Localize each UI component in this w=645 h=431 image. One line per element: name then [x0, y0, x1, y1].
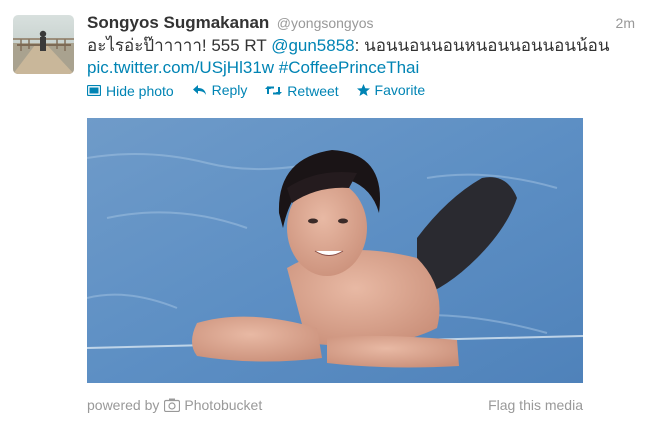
tweet-text-part: : นอนนอนนอนหนอนนอนนอนน้อน: [354, 36, 610, 55]
reply-label: Reply: [211, 82, 248, 98]
provider-name[interactable]: Photobucket: [184, 397, 262, 413]
retweet-button[interactable]: Retweet: [265, 82, 339, 99]
hide-photo-label: Hide photo: [106, 82, 174, 99]
avatar[interactable]: [13, 15, 74, 74]
photo-image: [87, 118, 583, 383]
reply-icon: [192, 85, 206, 95]
hide-photo-button[interactable]: Hide photo: [87, 83, 174, 99]
username[interactable]: @yongsongyos: [277, 15, 374, 31]
tweet-card: Songyos Sugmakanan @yongsongyos 2m อะไรอ…: [0, 0, 645, 431]
tweet-text: อะไรอ่ะป๊าาาาา! 555 RT @gun5858: นอนนอนน…: [87, 35, 635, 57]
powered-by: powered by Photobucket: [87, 397, 262, 413]
photo-icon: [87, 85, 101, 96]
retweet-icon: [265, 86, 283, 95]
media-footer: powered by Photobucket Flag this media: [87, 397, 583, 415]
favorite-label: Favorite: [374, 82, 426, 98]
retweet-label: Retweet: [287, 82, 339, 99]
star-icon: [356, 84, 370, 96]
camera-icon: [164, 398, 181, 412]
powered-by-label: powered by: [87, 397, 160, 413]
avatar-image: [13, 15, 74, 74]
favorite-button[interactable]: Favorite: [356, 82, 426, 98]
tweet-content: Songyos Sugmakanan @yongsongyos 2m อะไรอ…: [87, 13, 635, 102]
fullname[interactable]: Songyos Sugmakanan: [87, 13, 269, 32]
tweet-text-part: อะไรอ่ะป๊าาาาา! 555 RT: [87, 36, 272, 55]
tweet-header: Songyos Sugmakanan @yongsongyos 2m: [87, 13, 635, 35]
tweet-actions: Hide photo Reply Retweet Favorite: [87, 82, 635, 102]
pic-link[interactable]: pic.twitter.com/USjHl31w: [87, 58, 274, 77]
tweet-timestamp[interactable]: 2m: [616, 15, 635, 31]
mention-link[interactable]: @gun5858: [271, 36, 354, 55]
hashtag-link[interactable]: #CoffeePrinceThai: [279, 58, 420, 77]
reply-button[interactable]: Reply: [192, 82, 248, 98]
flag-media-link[interactable]: Flag this media: [488, 397, 583, 413]
tweet-links-line: pic.twitter.com/USjHl31w #CoffeePrinceTh…: [87, 57, 635, 79]
tweet-media-photo[interactable]: [87, 118, 583, 383]
